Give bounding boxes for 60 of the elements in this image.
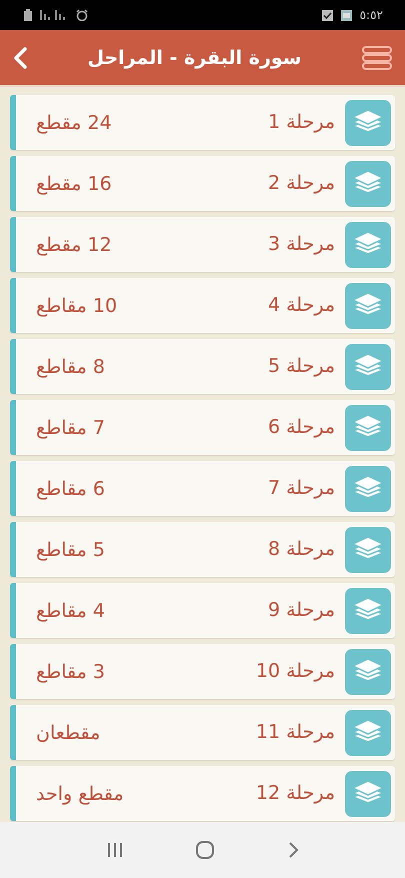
layers-icon xyxy=(345,344,391,390)
checkbox-icon xyxy=(322,10,333,20)
segment-count: 16 مقطع xyxy=(36,172,112,194)
stage-label: مرحلة 12 xyxy=(255,784,335,803)
segment-count: 3 مقاطع xyxy=(36,660,105,682)
stage-item[interactable]: مرحلة 3 12 مقطع xyxy=(10,217,395,272)
stage-label: مرحلة 3 xyxy=(266,235,335,254)
signal-icon xyxy=(40,10,68,20)
back-icon[interactable] xyxy=(12,46,28,70)
segment-count: 12 مقطع xyxy=(36,234,112,256)
stage-item[interactable]: مرحلة 11 مقطعان xyxy=(10,705,395,760)
stage-item[interactable]: مرحلة 8 5 مقاطع xyxy=(10,522,395,577)
battery-icon xyxy=(24,9,32,21)
image-icon xyxy=(340,10,352,20)
layers-icon xyxy=(345,526,391,572)
segment-count: 8 مقاطع xyxy=(36,356,105,378)
alarm-icon xyxy=(76,9,88,21)
segment-count: مقطع واحد xyxy=(36,782,124,804)
layers-icon xyxy=(345,160,391,206)
layers-icon xyxy=(345,282,391,328)
segment-count: 7 مقاطع xyxy=(36,416,105,438)
stage-label: مرحلة 6 xyxy=(266,418,335,437)
segment-count: 24 مقطع xyxy=(36,112,112,134)
stage-item[interactable]: مرحلة 7 6 مقاطع xyxy=(10,461,395,516)
stage-label: مرحلة 4 xyxy=(266,296,335,315)
layers-icon xyxy=(345,710,391,756)
stage-item[interactable]: مرحلة 6 7 مقاطع xyxy=(10,400,395,455)
segment-count: 10 مقاطع xyxy=(36,294,118,316)
stage-label: مرحلة 5 xyxy=(266,357,335,376)
stage-item[interactable]: مرحلة 1 24 مقطع xyxy=(10,95,395,150)
layers-icon xyxy=(345,466,391,512)
layers-icon xyxy=(345,222,391,268)
clock-time: ٥:٥٢ xyxy=(360,8,383,22)
screen-title: سورة البقرة - المراحل xyxy=(88,46,302,68)
stage-item[interactable]: مرحلة 5 8 مقاطع xyxy=(10,339,395,394)
stage-item[interactable]: مرحلة 10 3 مقاطع xyxy=(10,644,395,699)
stage-item[interactable]: مرحلة 9 4 مقاطع xyxy=(10,583,395,638)
stage-label: مرحلة 7 xyxy=(266,479,335,498)
stage-label: مرحلة 11 xyxy=(255,723,335,742)
segment-count: 5 مقاطع xyxy=(36,538,105,560)
stage-item[interactable]: مرحلة 4 10 مقاطع xyxy=(10,278,395,333)
stage-label: مرحلة 2 xyxy=(266,174,335,193)
home-icon[interactable] xyxy=(196,841,214,859)
layers-icon xyxy=(345,588,391,634)
stage-item[interactable]: مرحلة 2 16 مقطع xyxy=(10,156,395,211)
stage-label: مرحلة 8 xyxy=(266,540,335,559)
back-icon[interactable] xyxy=(286,841,299,859)
stage-label: مرحلة 10 xyxy=(255,662,335,681)
segment-count: 6 مقاطع xyxy=(36,478,105,500)
stage-item[interactable]: مرحلة 12 مقطع واحد xyxy=(10,766,395,821)
stage-label: مرحلة 1 xyxy=(266,113,335,132)
stage-label: مرحلة 9 xyxy=(266,601,335,620)
segment-count: مقطعان xyxy=(36,722,100,744)
layers-icon xyxy=(345,648,391,694)
layers-icon xyxy=(345,404,391,450)
recent-apps-icon[interactable] xyxy=(106,842,124,858)
layers-icon xyxy=(345,770,391,816)
segment-count: 4 مقاطع xyxy=(36,600,105,622)
menu-icon[interactable] xyxy=(361,44,393,70)
layers-icon xyxy=(345,100,391,146)
